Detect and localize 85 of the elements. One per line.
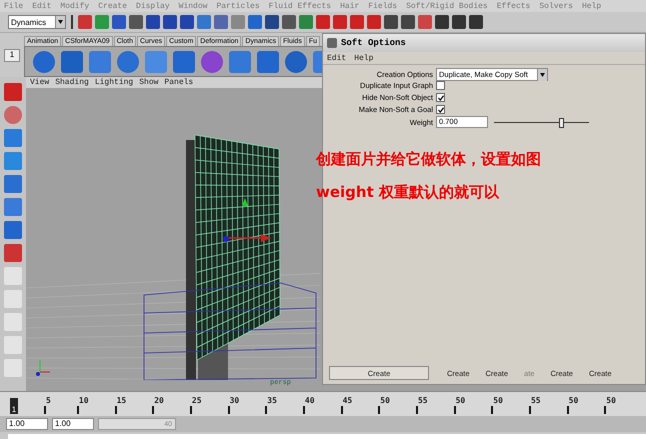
toolbar-icon[interactable] [452, 15, 466, 29]
app-icon [327, 38, 337, 48]
annotation-text: weight 权重默认的就可以 [316, 183, 500, 202]
tool-icon[interactable] [4, 152, 22, 170]
toolbar-icon[interactable] [214, 15, 228, 29]
toolbar-icon[interactable] [469, 15, 483, 29]
axis-indicator-icon [36, 360, 50, 376]
toolbar-icon[interactable] [112, 15, 126, 29]
shelf-icon[interactable] [285, 50, 307, 73]
toolbar-icon[interactable] [248, 15, 262, 29]
frame-label: 30 [228, 396, 240, 405]
layout-icon[interactable] [4, 313, 22, 331]
toolbar-icon[interactable] [282, 15, 296, 29]
frame-label: 25 [190, 396, 202, 405]
toolbar-icon[interactable] [384, 15, 398, 29]
frame-label: 55 [416, 396, 428, 405]
mode-dropdown[interactable]: Dynamics [8, 15, 66, 29]
shelf-icon[interactable] [201, 50, 223, 73]
toolbar-icon[interactable] [299, 15, 313, 29]
panel-menu-item[interactable]: Shading [55, 78, 89, 87]
layout-icon[interactable] [4, 290, 22, 308]
frame-label: 35 [266, 396, 277, 405]
toolbar-icon[interactable] [350, 15, 364, 29]
current-frame-marker[interactable]: 1 [10, 398, 18, 414]
menu-item[interactable]: Edit [327, 54, 346, 62]
shelf-icon[interactable] [145, 50, 167, 73]
toolbar-icon[interactable] [418, 15, 432, 29]
layout-icon[interactable] [4, 267, 22, 285]
frame-label: 50 [568, 396, 578, 405]
toolbar-icon[interactable] [435, 15, 449, 29]
frame-label: 10 [78, 396, 89, 405]
toolbar-icon[interactable] [95, 15, 109, 29]
toolbar-icon[interactable] [367, 15, 381, 29]
caret-icon [58, 20, 63, 24]
shelf-icon[interactable] [257, 50, 279, 73]
shelf-icon[interactable] [89, 50, 111, 73]
shelf-icon[interactable] [229, 50, 251, 73]
frame-label: 20 [153, 396, 164, 405]
shelf-icon[interactable] [61, 50, 83, 73]
shelf-number: 1 [4, 48, 20, 62]
panel-menu-item[interactable]: Panels [164, 78, 194, 87]
window-title: Soft Options [341, 38, 406, 48]
frame-label: 50 [492, 396, 503, 405]
frame-label: 55 [530, 396, 541, 405]
toolbar-icon[interactable] [197, 15, 211, 29]
tool-icon[interactable] [4, 106, 22, 124]
frame-label: 50 [605, 396, 616, 405]
start-time-field[interactable]: 1.00 [6, 418, 48, 430]
tool-icon[interactable] [4, 198, 22, 216]
tool-icon[interactable] [4, 175, 22, 193]
panel-menu-item[interactable]: Lighting [94, 78, 134, 87]
checkbox[interactable] [436, 105, 445, 114]
toolbar-icon[interactable] [231, 15, 245, 29]
frame-label: 50 [379, 396, 390, 405]
toolbar-icon[interactable] [129, 15, 143, 29]
shelf-icon[interactable] [117, 50, 139, 73]
frame-label: 40 [304, 396, 315, 405]
toolbar-icon[interactable] [316, 15, 330, 29]
checkbox[interactable] [436, 93, 445, 102]
toolbar-icon[interactable] [265, 15, 279, 29]
toolbar-icon[interactable] [78, 15, 92, 29]
annotation-text: 创建面片并给它做软体，设置如图 [316, 150, 541, 169]
toolbar-icon[interactable] [333, 15, 347, 29]
frame-label: 45 [342, 396, 352, 405]
toolbar-icon[interactable] [401, 15, 415, 29]
slider-handle[interactable] [558, 118, 564, 128]
frame-label: 15 [116, 396, 126, 405]
shelf-icon[interactable] [33, 50, 55, 73]
end-time-field[interactable]: 1.00 [52, 418, 94, 430]
checkbox[interactable] [436, 81, 445, 90]
panel-menu-item[interactable]: View [30, 78, 50, 87]
tool-icon[interactable] [4, 83, 22, 101]
layout-icon[interactable] [4, 359, 22, 377]
toolbar-icon[interactable] [163, 15, 177, 29]
shelf-icon[interactable] [173, 50, 195, 73]
tool-icon[interactable] [4, 244, 22, 262]
toolbar-icon[interactable] [146, 15, 160, 29]
panel-menu-item[interactable]: Show [139, 78, 158, 87]
menu-item[interactable]: Help [354, 54, 374, 62]
tool-icon[interactable] [4, 221, 22, 239]
frame-label: 5 [45, 396, 51, 405]
frame-label: 50 [454, 396, 466, 405]
toolbar-icon[interactable] [180, 15, 194, 29]
tool-icon[interactable] [4, 129, 22, 147]
layout-icon[interactable] [4, 336, 22, 354]
